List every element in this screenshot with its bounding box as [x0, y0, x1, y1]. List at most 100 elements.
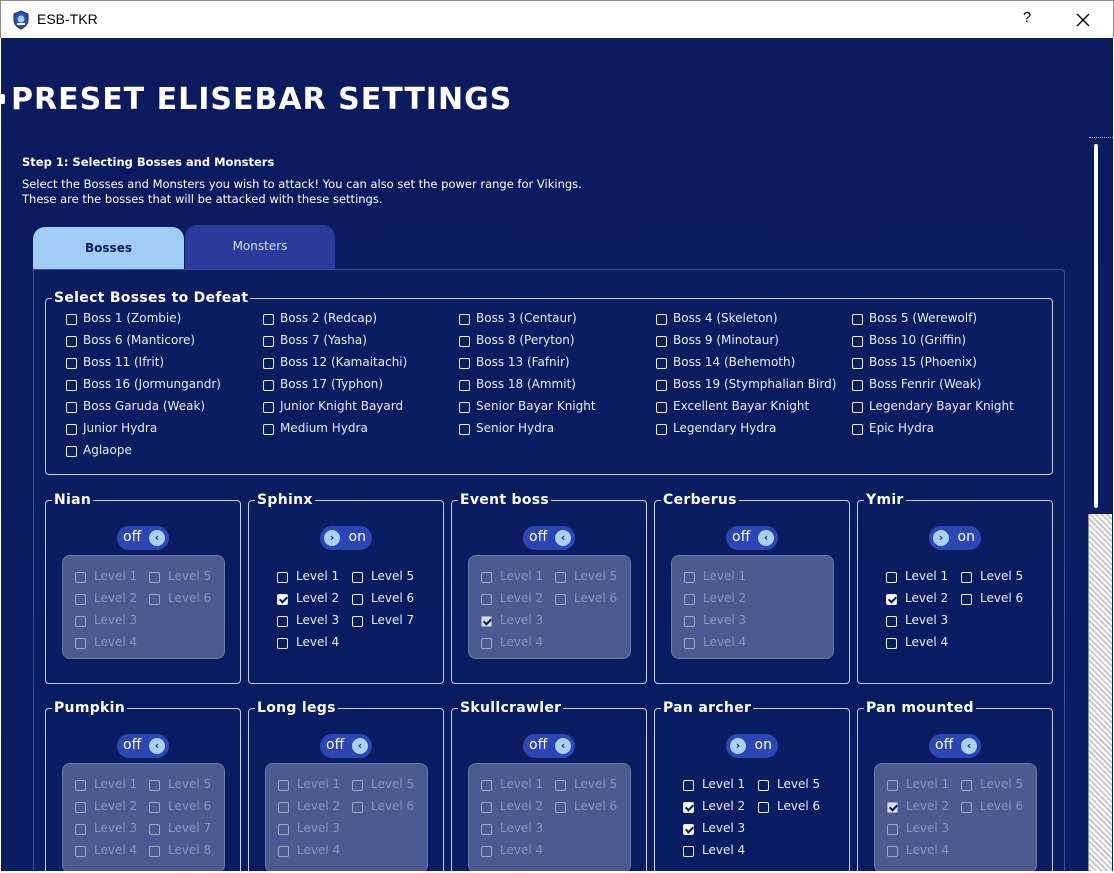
- level-checkbox[interactable]: [149, 802, 160, 813]
- level-checkbox[interactable]: [683, 846, 694, 857]
- boss-checkbox-label[interactable]: Excellent Bayar Knight: [673, 399, 809, 413]
- level-checkbox-label[interactable]: Level 6: [371, 591, 414, 605]
- level-checkbox-label[interactable]: Level 3: [703, 613, 746, 627]
- level-checkbox[interactable]: [684, 594, 695, 605]
- level-checkbox[interactable]: [683, 802, 694, 813]
- level-checkbox-label[interactable]: Level 1: [703, 569, 746, 583]
- level-checkbox[interactable]: [555, 572, 566, 583]
- level-checkbox-label[interactable]: Level 7: [168, 821, 211, 835]
- level-checkbox[interactable]: [481, 846, 492, 857]
- boss-checkbox[interactable]: [263, 424, 274, 435]
- boss-checkbox-label[interactable]: Boss 8 (Peryton): [476, 333, 575, 347]
- boss-checkbox[interactable]: [852, 314, 863, 325]
- level-checkbox-label[interactable]: Level 2: [94, 799, 137, 813]
- level-checkbox-label[interactable]: Level 3: [297, 821, 340, 835]
- level-checkbox[interactable]: [75, 616, 86, 627]
- level-checkbox[interactable]: [684, 572, 695, 583]
- level-checkbox[interactable]: [961, 594, 972, 605]
- scrollbar-thumb[interactable]: [1094, 144, 1098, 508]
- level-checkbox[interactable]: [555, 802, 566, 813]
- boss-checkbox-label[interactable]: Boss 4 (Skeleton): [673, 311, 778, 325]
- boss-checkbox-label[interactable]: Boss Garuda (Weak): [83, 399, 205, 413]
- level-checkbox[interactable]: [277, 616, 288, 627]
- boss-checkbox-label[interactable]: Boss 19 (Stymphalian Bird): [673, 377, 836, 391]
- level-checkbox-label[interactable]: Level 5: [168, 569, 211, 583]
- level-checkbox-label[interactable]: Level 1: [94, 569, 137, 583]
- level-checkbox[interactable]: [352, 594, 363, 605]
- boss-checkbox[interactable]: [656, 424, 667, 435]
- level-checkbox[interactable]: [481, 594, 492, 605]
- boss-checkbox-label[interactable]: Boss Fenrir (Weak): [869, 377, 981, 391]
- boss-checkbox-label[interactable]: Epic Hydra: [869, 421, 934, 435]
- level-checkbox[interactable]: [149, 846, 160, 857]
- boss-checkbox-label[interactable]: Boss 14 (Behemoth): [673, 355, 795, 369]
- help-button[interactable]: ?: [1013, 9, 1041, 31]
- boss-checkbox[interactable]: [656, 336, 667, 347]
- level-checkbox[interactable]: [886, 594, 897, 605]
- level-checkbox[interactable]: [683, 824, 694, 835]
- boss-checkbox[interactable]: [656, 358, 667, 369]
- level-checkbox[interactable]: [352, 616, 363, 627]
- boss-checkbox[interactable]: [263, 402, 274, 413]
- enable-toggle[interactable]: ‹ off: [523, 734, 575, 758]
- level-checkbox[interactable]: [278, 824, 289, 835]
- level-checkbox-label[interactable]: Level 2: [296, 591, 339, 605]
- level-checkbox-label[interactable]: Level 5: [574, 777, 617, 791]
- boss-checkbox-label[interactable]: Boss 16 (Jormungandr): [83, 377, 221, 391]
- boss-checkbox[interactable]: [852, 424, 863, 435]
- level-checkbox[interactable]: [75, 802, 86, 813]
- enable-toggle[interactable]: ‹ off: [523, 526, 575, 550]
- level-checkbox-label[interactable]: Level 6: [168, 799, 211, 813]
- boss-checkbox-label[interactable]: Boss 5 (Werewolf): [869, 311, 977, 325]
- boss-checkbox[interactable]: [852, 358, 863, 369]
- level-checkbox[interactable]: [684, 638, 695, 649]
- level-checkbox[interactable]: [277, 572, 288, 583]
- boss-checkbox-label[interactable]: Aglaope: [83, 443, 132, 457]
- level-checkbox-label[interactable]: Level 4: [94, 843, 137, 857]
- level-checkbox[interactable]: [277, 638, 288, 649]
- level-checkbox-label[interactable]: Level 8: [168, 843, 211, 857]
- level-checkbox-label[interactable]: Level 1: [94, 777, 137, 791]
- boss-checkbox[interactable]: [66, 358, 77, 369]
- level-checkbox-label[interactable]: Level 2: [94, 591, 137, 605]
- level-checkbox[interactable]: [684, 616, 695, 627]
- level-checkbox-label[interactable]: Level 2: [297, 799, 340, 813]
- enable-toggle[interactable]: ‹ off: [929, 734, 981, 758]
- level-checkbox[interactable]: [887, 846, 898, 857]
- level-checkbox-label[interactable]: Level 2: [905, 591, 948, 605]
- level-checkbox-label[interactable]: Level 2: [500, 591, 543, 605]
- boss-checkbox-label[interactable]: Boss 7 (Yasha): [280, 333, 367, 347]
- boss-checkbox[interactable]: [852, 402, 863, 413]
- boss-checkbox[interactable]: [656, 402, 667, 413]
- level-checkbox[interactable]: [961, 780, 972, 791]
- boss-checkbox[interactable]: [66, 402, 77, 413]
- level-checkbox-label[interactable]: Level 3: [500, 821, 543, 835]
- boss-checkbox-label[interactable]: Boss 18 (Ammit): [476, 377, 576, 391]
- level-checkbox-label[interactable]: Level 5: [574, 569, 617, 583]
- level-checkbox[interactable]: [481, 802, 492, 813]
- level-checkbox-label[interactable]: Level 1: [500, 569, 543, 583]
- level-checkbox-label[interactable]: Level 2: [702, 799, 745, 813]
- level-checkbox-label[interactable]: Level 4: [94, 635, 137, 649]
- enable-toggle[interactable]: ‹ off: [726, 526, 778, 550]
- level-checkbox-label[interactable]: Level 6: [574, 591, 617, 605]
- boss-checkbox-label[interactable]: Boss 17 (Typhon): [280, 377, 383, 391]
- scrollbar-lower-track[interactable]: [1088, 514, 1112, 871]
- boss-checkbox-label[interactable]: Legendary Bayar Knight: [869, 399, 1014, 413]
- level-checkbox-label[interactable]: Level 5: [777, 777, 820, 791]
- enable-toggle[interactable]: ‹ off: [320, 734, 372, 758]
- tab-bosses[interactable]: Bosses: [33, 227, 184, 269]
- level-checkbox[interactable]: [481, 572, 492, 583]
- boss-checkbox[interactable]: [459, 402, 470, 413]
- boss-checkbox-label[interactable]: Boss 3 (Centaur): [476, 311, 577, 325]
- level-checkbox[interactable]: [278, 780, 289, 791]
- enable-toggle[interactable]: › on: [320, 526, 372, 550]
- level-checkbox[interactable]: [481, 616, 492, 627]
- level-checkbox[interactable]: [75, 572, 86, 583]
- level-checkbox-label[interactable]: Level 5: [371, 569, 414, 583]
- level-checkbox[interactable]: [352, 780, 363, 791]
- level-checkbox-label[interactable]: Level 5: [371, 777, 414, 791]
- boss-checkbox-label[interactable]: Boss 2 (Redcap): [280, 311, 377, 325]
- level-checkbox[interactable]: [352, 572, 363, 583]
- level-checkbox-label[interactable]: Level 1: [297, 777, 340, 791]
